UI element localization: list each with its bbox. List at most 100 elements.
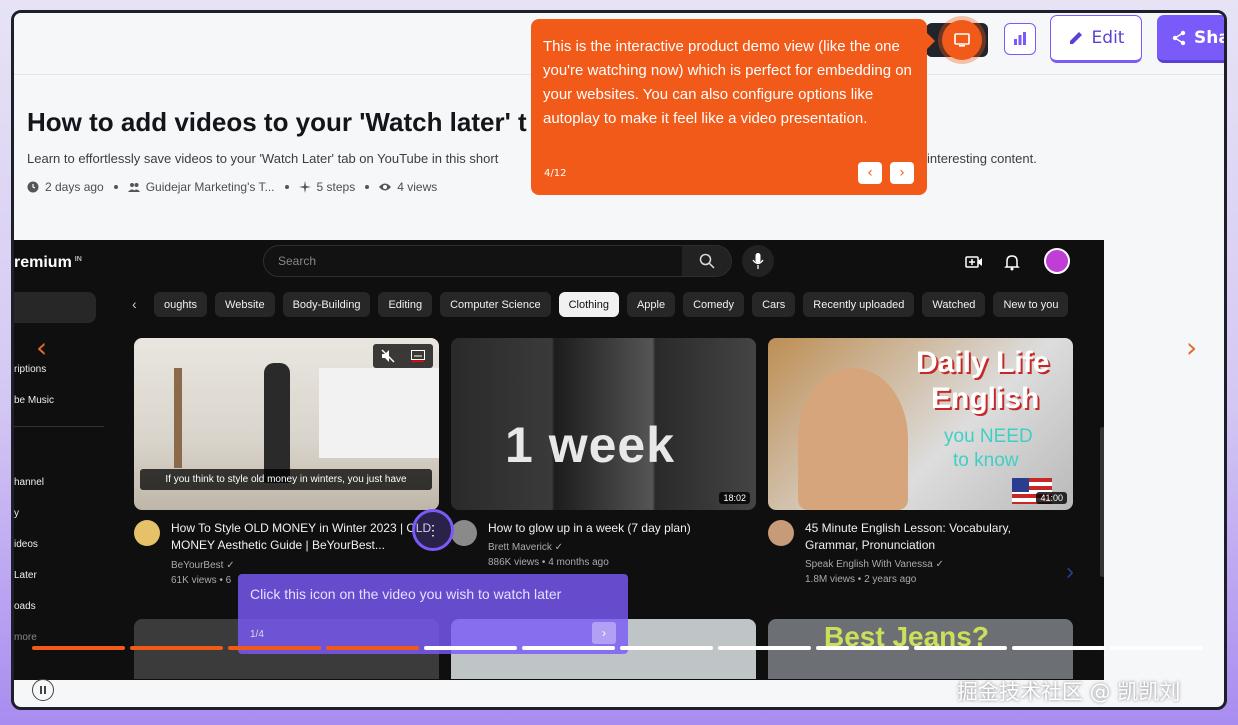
chevron-right-icon[interactable]: › xyxy=(1066,558,1074,586)
mute-icon[interactable] xyxy=(381,349,395,363)
video-menu-hotspot[interactable]: ⋮ xyxy=(412,509,454,551)
person-figure xyxy=(798,368,908,510)
video-controls xyxy=(373,344,433,368)
progress-segment[interactable] xyxy=(522,646,615,650)
pause-button[interactable] xyxy=(32,679,54,701)
yt-chip-selected[interactable]: Clothing xyxy=(558,292,619,317)
edit-label: Edit xyxy=(1091,28,1125,48)
channel-avatar[interactable] xyxy=(134,520,160,546)
bell-icon[interactable] xyxy=(1002,252,1022,272)
yt-sidebar-item[interactable]: y xyxy=(14,508,19,519)
tooltip-text: This is the interactive product demo vie… xyxy=(543,38,912,127)
yt-sidebar-item[interactable]: be Music xyxy=(14,395,54,406)
pencil-icon xyxy=(1069,32,1082,44)
edit-button[interactable]: Edit xyxy=(1050,15,1142,63)
yt-chip[interactable]: Watched xyxy=(922,292,986,317)
yt-sidebar-item[interactable]: hannel xyxy=(14,477,44,488)
progress-segment[interactable] xyxy=(718,646,811,650)
share-label: Sha xyxy=(1194,27,1227,48)
progress-segment[interactable] xyxy=(228,646,321,650)
next-step-arrow-icon[interactable]: › xyxy=(1186,331,1197,364)
yt-chip[interactable]: Computer Science xyxy=(440,292,551,317)
progress-segment[interactable] xyxy=(1110,646,1203,650)
thumbnail-overlay-text: 1 week xyxy=(505,417,676,473)
progress-segment[interactable] xyxy=(130,646,223,650)
video-stats: 886K views • 4 months ago xyxy=(488,557,609,568)
sparkle-icon xyxy=(298,181,311,193)
captions-icon[interactable] xyxy=(411,350,425,362)
video-thumbnail[interactable]: 1 week 18:02 xyxy=(451,338,756,510)
video-title[interactable]: 45 Minute English Lesson: Vocabulary, Gr… xyxy=(805,520,1067,554)
video-duration: 41:00 xyxy=(1036,492,1067,504)
yt-sidebar-item[interactable]: ideos xyxy=(14,539,38,550)
thumbnail-overlay-text: you NEED xyxy=(944,426,1033,447)
progress-segment[interactable] xyxy=(914,646,1007,650)
channel-avatar[interactable] xyxy=(768,520,794,546)
prev-step-arrow-icon[interactable]: ‹ xyxy=(36,331,47,364)
thumbnail-overlay-text: English xyxy=(931,382,1040,415)
clothes-rack xyxy=(174,368,182,468)
yt-sidebar-divider xyxy=(14,426,104,427)
yt-scrollbar[interactable] xyxy=(1100,427,1104,577)
youtube-logo: remium IN xyxy=(14,254,82,271)
meta-dot xyxy=(365,185,370,189)
pointer-tooltip: Click this icon on the video you wish to… xyxy=(238,574,628,654)
video-thumbnail[interactable]: If you think to style old money in winte… xyxy=(134,338,439,510)
channel-name[interactable]: Brett Maverick ✓ xyxy=(488,542,563,553)
yt-chip[interactable]: Cars xyxy=(752,292,796,317)
tooltip-arrow xyxy=(927,33,935,49)
yt-chip[interactable]: New to you xyxy=(993,292,1069,317)
yt-chip[interactable]: Apple xyxy=(626,292,676,317)
yt-chip[interactable]: Comedy xyxy=(683,292,745,317)
page-description-end: interesting content. xyxy=(927,151,1037,166)
progress-segment[interactable] xyxy=(32,646,125,650)
video-stats: 1.8M views • 2 years ago xyxy=(805,574,917,585)
monitor-icon[interactable] xyxy=(942,20,982,60)
yt-chip[interactable]: Editing xyxy=(378,292,433,317)
chips-scroll-left-icon[interactable]: ‹ xyxy=(132,296,137,312)
channel-name[interactable]: BeYourBest ✓ xyxy=(171,560,235,571)
youtube-screenshot: remium IN Search riptions be Music hannel… xyxy=(14,240,1104,680)
pointer-tooltip-step: 1/4 xyxy=(250,629,264,640)
thumbnail-overlay-text: Daily Life xyxy=(916,346,1050,379)
meta-dot xyxy=(113,185,118,189)
create-video-icon[interactable] xyxy=(964,252,984,272)
video-title[interactable]: How To Style OLD MONEY in Winter 2023 | … xyxy=(171,520,433,554)
yt-search-input[interactable]: Search xyxy=(263,245,683,277)
yt-sidebar-item[interactable]: riptions xyxy=(14,364,46,375)
search-icon xyxy=(699,253,715,269)
window xyxy=(319,368,439,458)
yt-search-button[interactable] xyxy=(682,245,732,277)
yt-sidebar-item[interactable]: oads xyxy=(14,601,36,612)
analytics-button[interactable] xyxy=(1004,23,1036,55)
progress-segment[interactable] xyxy=(424,646,517,650)
share-button[interactable]: Sha xyxy=(1157,15,1227,63)
video-duration: 18:02 xyxy=(719,492,750,504)
pointer-tooltip-next-button[interactable]: › xyxy=(592,622,616,644)
yt-sidebar-selected[interactable] xyxy=(14,292,96,323)
video-title[interactable]: How to glow up in a week (7 day plan) xyxy=(488,520,750,537)
channel-name[interactable]: Speak English With Vanessa ✓ xyxy=(805,559,944,570)
yt-chip[interactable]: Body-Building xyxy=(282,292,371,317)
video-thumbnail[interactable]: Daily Life English you NEED to know 41:0… xyxy=(768,338,1073,510)
yt-chip[interactable]: Website xyxy=(215,292,275,317)
yt-sidebar-item[interactable]: Later xyxy=(14,570,37,581)
yt-mic-button[interactable] xyxy=(742,245,774,277)
tooltip-next-button[interactable]: › xyxy=(890,162,914,184)
yt-chip[interactable]: oughts xyxy=(154,292,208,317)
yt-sidebar-item[interactable]: more xyxy=(14,632,37,643)
channel-avatar[interactable] xyxy=(451,520,477,546)
analytics-icon xyxy=(1014,32,1026,45)
guide-tooltip: This is the interactive product demo vie… xyxy=(531,19,935,195)
yt-chip[interactable]: Recently uploaded xyxy=(803,292,915,317)
progress-segment[interactable] xyxy=(816,646,909,650)
tooltip-prev-button[interactable]: ‹ xyxy=(858,162,882,184)
progress-segment[interactable] xyxy=(1012,646,1105,650)
yt-avatar[interactable] xyxy=(1044,248,1070,274)
progress-segment[interactable] xyxy=(326,646,419,650)
progress-segment[interactable] xyxy=(620,646,713,650)
meta-team[interactable]: Guidejar Marketing's T... xyxy=(146,180,275,194)
meta-dot xyxy=(284,185,289,189)
eye-icon xyxy=(379,183,392,191)
step-progress-bar xyxy=(32,646,1203,650)
